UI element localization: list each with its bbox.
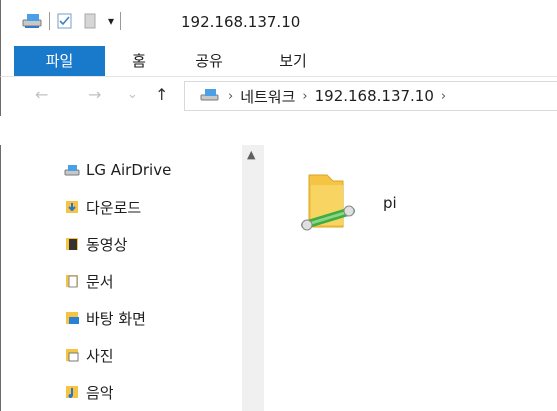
back-button[interactable]: ← xyxy=(35,85,48,104)
sidebar-item-label: 문서 xyxy=(86,272,114,291)
breadcrumb-network[interactable]: 네트워크 xyxy=(240,86,295,107)
documents-folder-icon xyxy=(66,275,78,288)
scroll-up-arrow-icon[interactable]: ▲ xyxy=(247,148,255,161)
ribbon-tabs: 파일 홈 공유 보기 xyxy=(0,46,557,76)
breadcrumb-separator[interactable]: › xyxy=(302,89,307,104)
network-share-folder-icon xyxy=(301,174,355,231)
tab-share[interactable]: 공유 xyxy=(187,46,231,76)
forward-button[interactable]: → xyxy=(88,85,101,104)
folder-name[interactable]: pi xyxy=(383,194,397,212)
up-button[interactable]: ↑ xyxy=(155,85,168,104)
title-bar: ▾ 192.168.137.10 xyxy=(0,0,557,46)
sidebar-item-label: 다운로드 xyxy=(86,198,142,217)
content-area: pi xyxy=(265,145,557,411)
pictures-folder-icon xyxy=(66,349,79,362)
breadcrumb-host[interactable]: 192.168.137.10 xyxy=(315,87,434,105)
network-icon xyxy=(200,89,219,101)
downloads-folder-icon xyxy=(66,201,78,213)
sidebar-item-pictures[interactable]: 사진 xyxy=(64,340,114,370)
desktop-folder-icon xyxy=(66,312,79,324)
sidebar-item-music[interactable]: 음악 xyxy=(64,377,114,407)
toolbar-divider xyxy=(120,12,122,30)
window-title: 192.168.137.10 xyxy=(181,13,301,31)
list-item[interactable]: pi xyxy=(299,167,439,247)
sidebar-item-label: 동영상 xyxy=(86,235,128,254)
network-drive-icon xyxy=(64,165,80,176)
sidebar-item-label: 음악 xyxy=(86,383,114,402)
navigation-pane-scrollbar[interactable]: ▲ xyxy=(242,145,264,411)
sidebar-item-label: 바탕 화면 xyxy=(86,309,146,328)
recent-locations-dropdown[interactable]: ⌄ xyxy=(127,87,138,102)
tab-view[interactable]: 보기 xyxy=(271,46,315,76)
videos-folder-icon xyxy=(66,238,78,250)
sidebar-item-desktop[interactable]: 바탕 화면 xyxy=(64,303,146,333)
tab-home[interactable]: 홈 xyxy=(125,46,153,76)
sidebar-item-label: LG AirDrive xyxy=(86,161,172,179)
new-folder-icon[interactable] xyxy=(82,12,100,30)
customize-toolbar-dropdown[interactable]: ▾ xyxy=(108,14,114,28)
sidebar-item-label: 사진 xyxy=(86,346,114,365)
quick-access-toolbar: ▾ xyxy=(21,12,127,30)
music-folder-icon xyxy=(66,386,78,398)
sidebar-item-documents[interactable]: 문서 xyxy=(64,266,114,296)
breadcrumb-separator[interactable]: › xyxy=(441,89,446,104)
address-bar[interactable]: › 네트워크 › 192.168.137.10 › xyxy=(184,81,557,111)
sidebar-item-downloads[interactable]: 다운로드 xyxy=(64,192,141,222)
breadcrumb-separator[interactable]: › xyxy=(228,89,233,104)
properties-icon[interactable] xyxy=(56,12,74,30)
network-drive-icon[interactable] xyxy=(21,12,43,30)
sidebar-item-lg-airdrive[interactable]: LG AirDrive xyxy=(64,155,171,185)
sidebar-item-videos[interactable]: 동영상 xyxy=(64,229,127,259)
navigation-bar: ← → ⌄ ↑ › 네트워크 › 192.168.137.10 › xyxy=(0,76,557,116)
tab-file[interactable]: 파일 xyxy=(14,46,105,76)
navigation-pane: LG AirDrive 다운로드 동영상 문서 바탕 화면 사진 음악 xyxy=(0,145,265,411)
toolbar-divider xyxy=(49,12,50,30)
